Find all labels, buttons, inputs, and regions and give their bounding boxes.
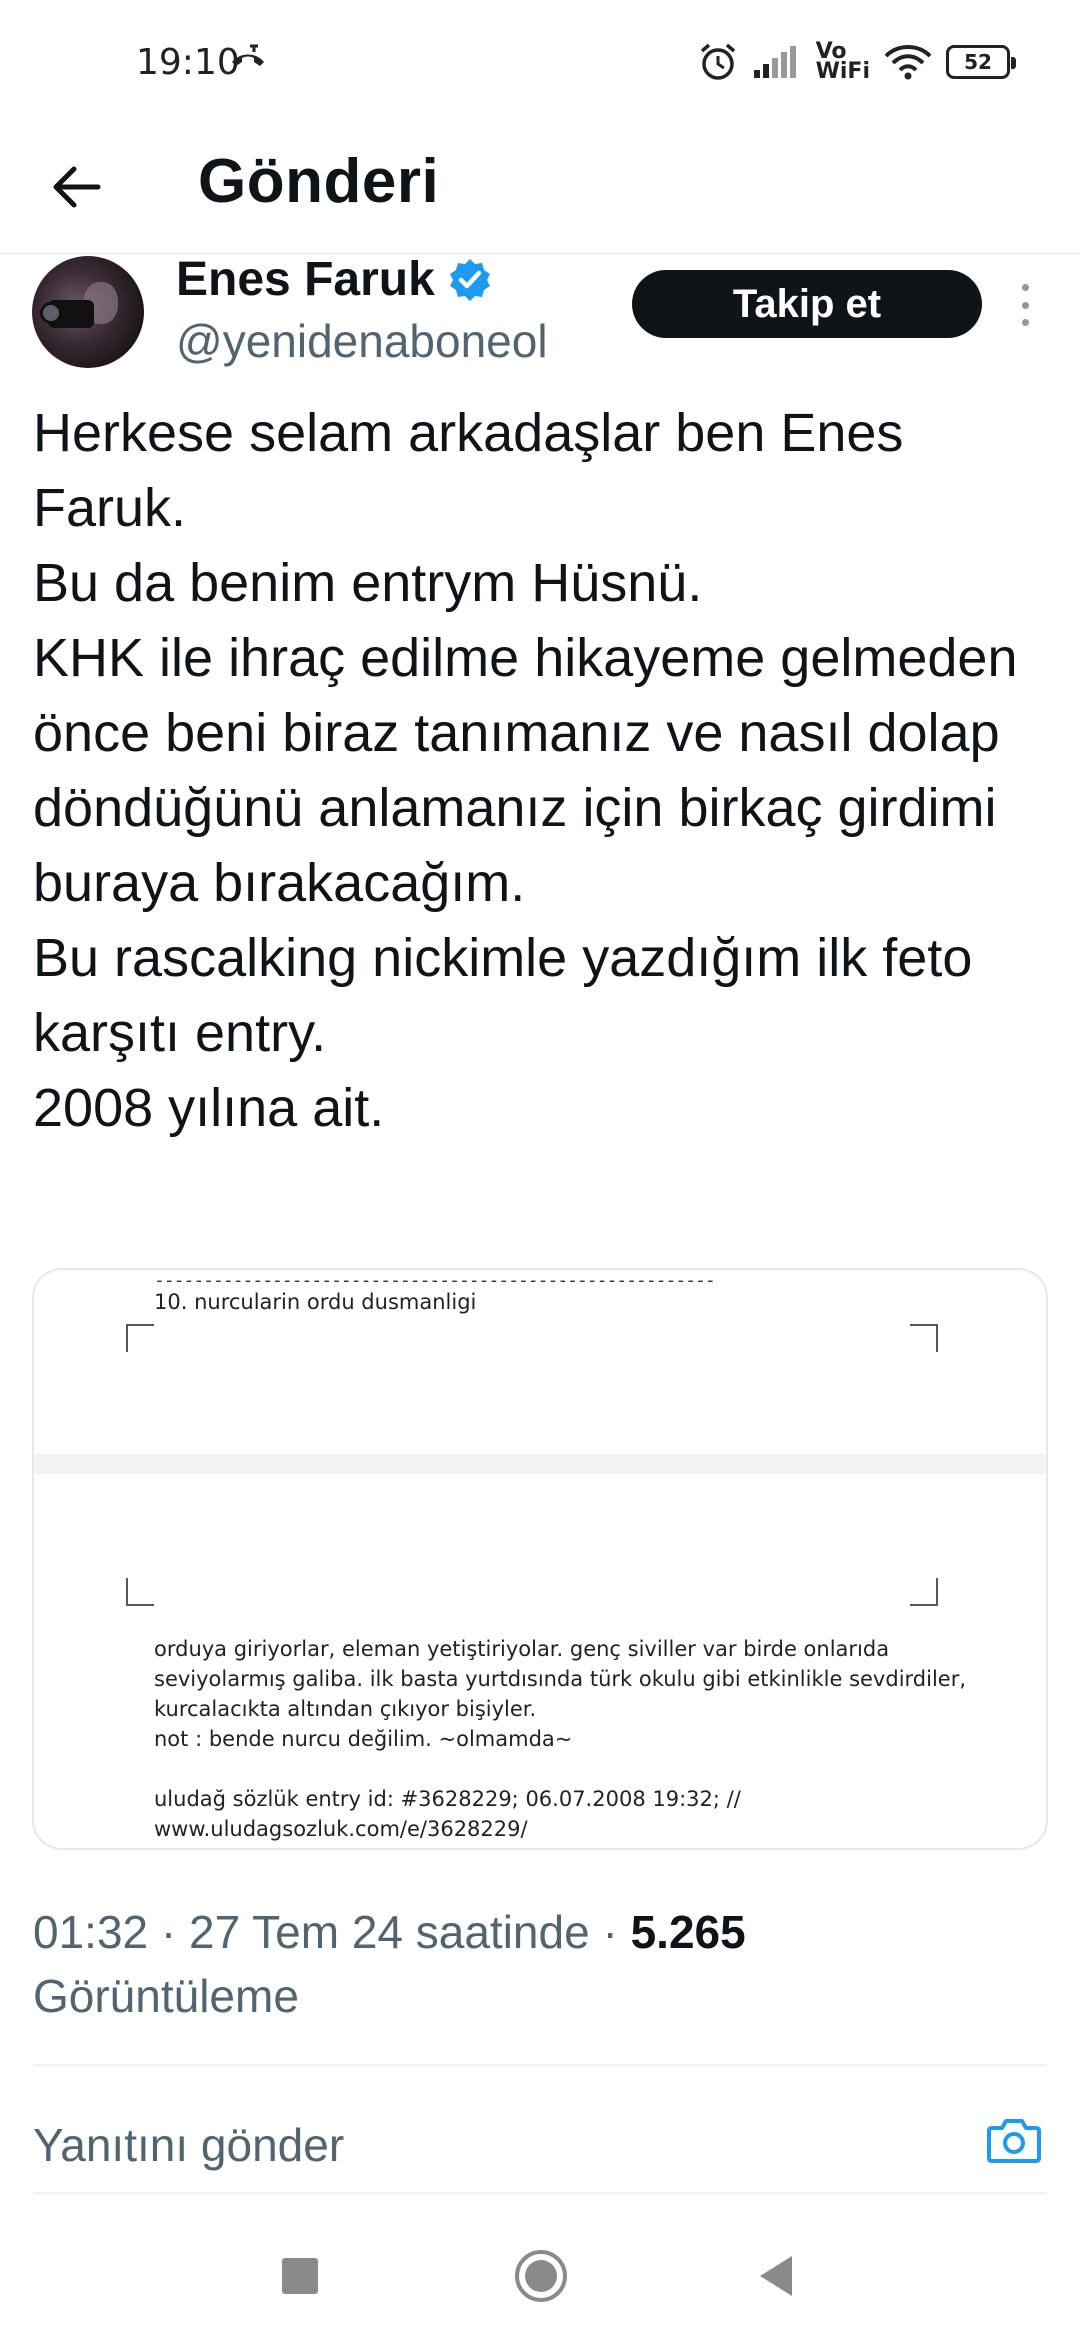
image-entry-title: 10. nurcularin ordu dusmanligi [154,1290,477,1314]
status-time: 19:10 [136,42,240,83]
camera-icon[interactable] [986,2112,1042,2168]
meta-separator: · [589,1906,631,1958]
follow-button[interactable]: Takip et [632,270,982,338]
alarm-icon [700,43,735,80]
views-count: 5.265 [630,1906,746,1958]
verified-badge-icon [449,258,490,301]
top-app-bar: Gönderi [0,120,1080,254]
author-handle[interactable]: @yenidenaboneol [176,314,548,368]
divider [33,2192,1047,2194]
more-dot-icon [1021,284,1029,291]
system-navigation-bar [0,2220,1080,2340]
system-back-button[interactable] [760,2256,792,2296]
post-time[interactable]: 01:32 [33,1906,148,1958]
home-button[interactable] [515,2250,567,2302]
divider [33,2064,1047,2066]
crop-corner-mark [126,1324,154,1352]
page-title: Gönderi [198,147,440,216]
signal-icon [753,46,796,78]
recent-apps-button[interactable] [282,2258,318,2294]
wifi-icon [884,45,932,80]
avatar-lens-shape [40,302,62,324]
more-dot-icon [1021,301,1029,309]
image-page-gap [34,1454,1046,1474]
status-icons: Vo WiFi 52 [698,38,1016,86]
more-options-button[interactable] [1010,280,1040,330]
avatar[interactable] [32,256,144,368]
author-name[interactable]: Enes Faruk [176,252,435,307]
battery-icon: 52 [946,45,1016,79]
image-separator-line: ----------------------------------------… [154,1270,716,1291]
image-entry-body: orduya giriyorlar, eleman yetiştiriyolar… [154,1637,967,1841]
network-type: Vo WiFi [815,39,870,84]
crop-corner-mark [910,1324,938,1352]
post-text: Herkese selam arkadaşlar ben Enes Faruk.… [33,403,1018,1138]
status-bar: 19:10 Vo WiFi 52 [0,0,1080,120]
phone-call-icon [232,44,264,66]
back-button[interactable] [40,150,114,224]
post-date[interactable]: 27 Tem 24 saatinde [189,1906,590,1958]
crop-corner-mark [910,1578,938,1606]
crop-corner-mark [126,1578,154,1606]
post-image[interactable]: ----------------------------------------… [32,1268,1048,1850]
author-name-row[interactable]: Enes Faruk [176,252,493,307]
reply-input[interactable]: Yanıtını gönder [33,2110,933,2180]
post-meta: 01:32 · 27 Tem 24 saatinde · 5.265 Görün… [33,1900,1043,2028]
meta-separator: · [148,1906,190,1958]
more-dot-icon [1021,319,1029,326]
views-label: Görüntüleme [33,1970,299,2022]
home-circle-icon [525,2260,557,2292]
arrow-left-icon [53,166,101,208]
